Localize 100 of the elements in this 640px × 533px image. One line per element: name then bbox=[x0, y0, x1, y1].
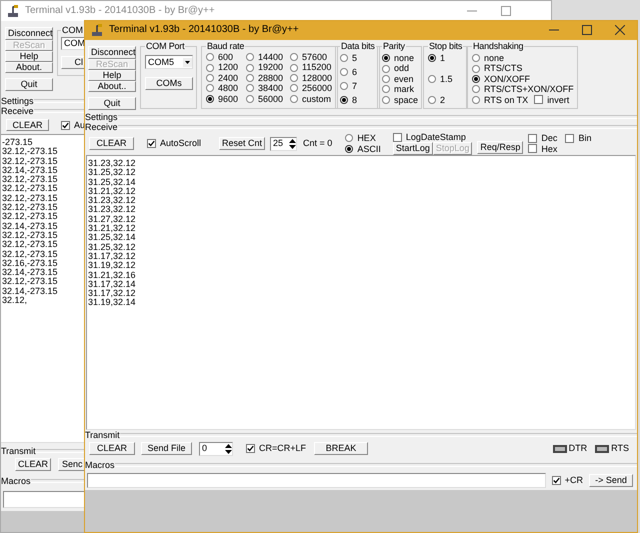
checkbox[interactable]: CR=CR+LF bbox=[246, 443, 306, 454]
command-button[interactable]: Disconnect bbox=[5, 27, 53, 40]
received-line: 31.25,32.14 bbox=[88, 233, 137, 243]
checkbox[interactable]: LogDateStamp bbox=[392, 132, 472, 142]
group-label: Handshaking bbox=[472, 42, 524, 51]
checkbox[interactable]: Dec bbox=[528, 133, 558, 144]
radio-button[interactable]: 1 bbox=[428, 53, 464, 64]
close-icon[interactable] bbox=[615, 25, 625, 35]
radio-button[interactable]: RTS on TX bbox=[472, 94, 528, 105]
radio-button[interactable]: 1200 bbox=[206, 62, 246, 73]
radio-button[interactable]: 6 bbox=[340, 66, 376, 78]
radio-button[interactable]: RTS/CTS bbox=[472, 63, 574, 74]
received-line: 32.12,-273.15 bbox=[2, 156, 59, 166]
group-label: Baud rate bbox=[206, 42, 246, 51]
radio-button[interactable]: custom bbox=[290, 94, 334, 104]
check-icon bbox=[247, 445, 254, 452]
checkbox[interactable]: +CR bbox=[552, 474, 583, 486]
clear-button[interactable]: CLEAR bbox=[6, 119, 49, 131]
radio-button[interactable]: RTS/CTS+XON/XOFF bbox=[472, 84, 574, 95]
macro-input[interactable] bbox=[3, 491, 85, 508]
radio-button[interactable]: 256000 bbox=[290, 83, 334, 94]
radio-button[interactable]: space bbox=[382, 94, 418, 105]
command-button[interactable]: Help bbox=[5, 51, 53, 62]
received-line: 31.19,32.14 bbox=[88, 298, 137, 308]
spin-arrows-icon bbox=[289, 138, 296, 148]
radio-button[interactable]: 1.5 bbox=[428, 74, 464, 84]
port-dropdown[interactable]: COM5 bbox=[145, 55, 193, 69]
macro-input[interactable] bbox=[87, 472, 546, 488]
radio-button[interactable]: 600 bbox=[206, 52, 246, 62]
radio-button[interactable]: 28800 bbox=[246, 72, 290, 84]
maximize-icon[interactable] bbox=[501, 6, 511, 16]
radio-button[interactable]: 57600 bbox=[290, 52, 334, 62]
radio-button[interactable]: 2 bbox=[428, 94, 464, 105]
received-line: 31.17,32.12 bbox=[88, 252, 137, 262]
maximize-icon[interactable] bbox=[582, 25, 592, 35]
send-button[interactable]: -> Send bbox=[589, 474, 633, 486]
radio-button[interactable]: odd bbox=[382, 63, 418, 74]
received-line: 32.12,-273.15 bbox=[2, 203, 59, 212]
radio-button[interactable]: 56000 bbox=[246, 94, 290, 104]
checkbox[interactable]: Hex bbox=[528, 144, 592, 154]
command-button[interactable]: Quit bbox=[5, 78, 53, 91]
radio-button[interactable]: mark bbox=[382, 84, 418, 95]
number-spinner[interactable]: 25 bbox=[270, 136, 298, 150]
radio-button[interactable]: 2400 bbox=[206, 72, 246, 84]
checkbox[interactable]: Bin bbox=[565, 133, 592, 144]
command-button[interactable]: Help bbox=[88, 70, 136, 81]
command-button[interactable]: Quit bbox=[88, 97, 136, 110]
coms-button[interactable]: COMs bbox=[145, 77, 193, 90]
clear-button[interactable]: CLEAR bbox=[89, 137, 134, 150]
coms-button[interactable]: Cl bbox=[61, 56, 86, 70]
send-file-button[interactable]: Senc bbox=[58, 458, 86, 470]
start-log-button[interactable]: StartLog bbox=[392, 142, 433, 156]
radio-button[interactable]: 115200 bbox=[290, 62, 334, 73]
radio-button[interactable]: 38400 bbox=[246, 83, 290, 94]
window-title: Terminal v1.93b - 20141030B - by Br@y++ bbox=[109, 24, 300, 36]
check-icon bbox=[148, 140, 155, 147]
radio-button[interactable]: HEX bbox=[345, 133, 381, 144]
checkbox[interactable]: AutoScroll bbox=[147, 138, 202, 149]
reset-count-button[interactable]: Reset Cnt bbox=[219, 137, 266, 150]
command-button[interactable]: About.. bbox=[88, 81, 136, 92]
received-line: 31.25,32.12 bbox=[88, 168, 137, 178]
send-file-button[interactable]: Send File bbox=[141, 442, 192, 455]
received-line: 31.17,32.14 bbox=[88, 280, 137, 290]
received-line: 32.12,-273.15 bbox=[2, 250, 59, 259]
group-label: Data bits bbox=[340, 42, 376, 51]
radio-button[interactable]: none bbox=[382, 53, 418, 64]
radio-button[interactable]: 14400 bbox=[246, 52, 290, 62]
radio-button[interactable]: none bbox=[472, 53, 574, 64]
received-line: 31.19,32.12 bbox=[88, 261, 137, 271]
app-icon bbox=[91, 24, 103, 36]
break-button[interactable]: BREAK bbox=[314, 442, 368, 455]
radio-button[interactable]: 5 bbox=[340, 53, 376, 64]
req-resp-button[interactable]: Req/Resp bbox=[477, 141, 524, 154]
section-label: Transmit bbox=[85, 430, 120, 440]
caret-icon bbox=[183, 58, 192, 66]
clear-button[interactable]: CLEAR bbox=[89, 442, 135, 455]
received-line: 31.25,32.12 bbox=[88, 242, 137, 252]
radio-button[interactable]: 9600 bbox=[206, 94, 246, 104]
app-icon bbox=[7, 4, 19, 18]
checkbox[interactable]: invert bbox=[534, 94, 570, 105]
radio-button[interactable]: 7 bbox=[340, 80, 376, 92]
command-button[interactable]: Disconnect bbox=[88, 46, 136, 59]
radio-button[interactable]: 128000 bbox=[290, 72, 334, 84]
radio-button[interactable]: 8 bbox=[340, 94, 376, 105]
command-button[interactable]: About. bbox=[5, 62, 53, 73]
group-label: Parity bbox=[382, 42, 406, 51]
number-spinner[interactable]: 0 bbox=[199, 442, 233, 456]
received-line: 32.12,-273.15 bbox=[2, 184, 59, 194]
check-icon bbox=[552, 476, 560, 484]
radio-button[interactable]: XON/XOFF bbox=[472, 74, 574, 84]
clear-button[interactable]: CLEAR bbox=[15, 458, 51, 470]
window-title: Terminal v1.93b - 20141030B - by Br@y++ bbox=[25, 5, 216, 17]
received-line: 31.23,32.12 bbox=[88, 205, 137, 215]
radio-button[interactable]: 4800 bbox=[206, 83, 246, 94]
received-line: 32.12,-273.15 bbox=[2, 147, 59, 157]
radio-button[interactable]: 19200 bbox=[246, 62, 290, 73]
radio-button[interactable]: ASCII bbox=[345, 144, 381, 154]
radio-button[interactable]: even bbox=[382, 74, 418, 84]
received-line: 32.16,-273.15 bbox=[2, 258, 59, 268]
received-line: 31.17,32.12 bbox=[88, 289, 137, 298]
